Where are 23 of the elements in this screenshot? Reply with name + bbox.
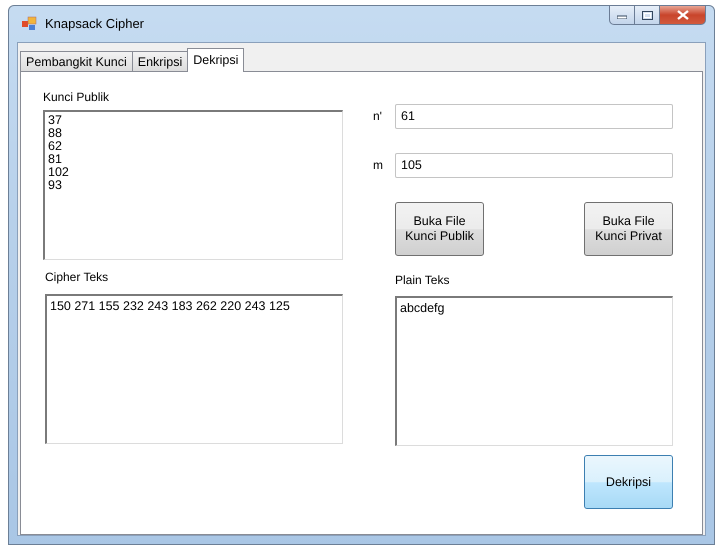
input-field[interactable]: 105: [395, 152, 673, 178]
open-file-button[interactable]: Buka File Kunci Privat: [584, 202, 673, 256]
app-icon: [21, 15, 37, 31]
cipher-text-textarea[interactable]: 150 271 155 232 243 183 262 220 243 125: [45, 294, 343, 444]
field-label: n': [373, 109, 383, 123]
window-title: Knapsack Cipher: [45, 16, 145, 31]
input-field[interactable]: 61: [395, 104, 673, 128]
public-key-label: Kunci Publik: [43, 90, 110, 106]
plain-text-textarea[interactable]: abcdefg: [395, 296, 673, 446]
tab[interactable]: Dekripsi: [187, 48, 244, 72]
tab[interactable]: Enkripsi: [132, 51, 188, 71]
open-file-button[interactable]: Buka File Kunci Publik: [395, 202, 484, 256]
tab[interactable]: Pembangkit Kunci: [20, 51, 133, 71]
close-button[interactable]: [660, 5, 706, 25]
public-key-textarea[interactable]: 37 88 62 81 102 93: [43, 110, 343, 260]
plain-text-label: Plain Teks: [395, 273, 450, 289]
close-icon: [676, 10, 688, 20]
field-label: m: [373, 158, 384, 172]
maximize-icon: [642, 10, 652, 20]
maximize-button[interactable]: [635, 5, 660, 25]
cipher-text-label: Cipher Teks: [45, 270, 110, 286]
decrypt-button[interactable]: Dekripsi: [584, 455, 673, 509]
minimize-button[interactable]: [609, 5, 635, 25]
